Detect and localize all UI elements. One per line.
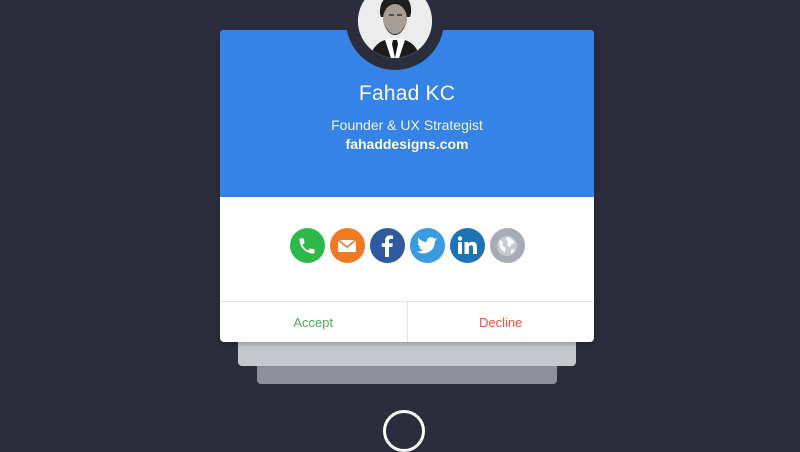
accept-button[interactable]: Accept — [220, 302, 408, 342]
contact-card: Fahad KC Founder & UX Strategist fahadde… — [220, 30, 594, 342]
social-icons-row — [220, 228, 594, 266]
phone-icon[interactable] — [289, 228, 325, 263]
profile-website[interactable]: fahaddesigns.com — [220, 136, 594, 152]
decline-button[interactable]: Decline — [408, 302, 595, 342]
facebook-icon[interactable] — [369, 228, 405, 263]
actions-bar: Accept Decline — [220, 301, 594, 342]
profile-name: Fahad KC — [358, 82, 456, 105]
linkedin-icon[interactable] — [449, 228, 485, 263]
email-icon[interactable] — [329, 228, 365, 263]
card-stack-middle — [238, 338, 576, 366]
globe-icon[interactable] — [489, 228, 525, 263]
bottom-circle-indicator — [383, 410, 425, 452]
profile-role: Founder & UX Strategist — [331, 117, 483, 133]
twitter-icon[interactable] — [409, 228, 445, 263]
